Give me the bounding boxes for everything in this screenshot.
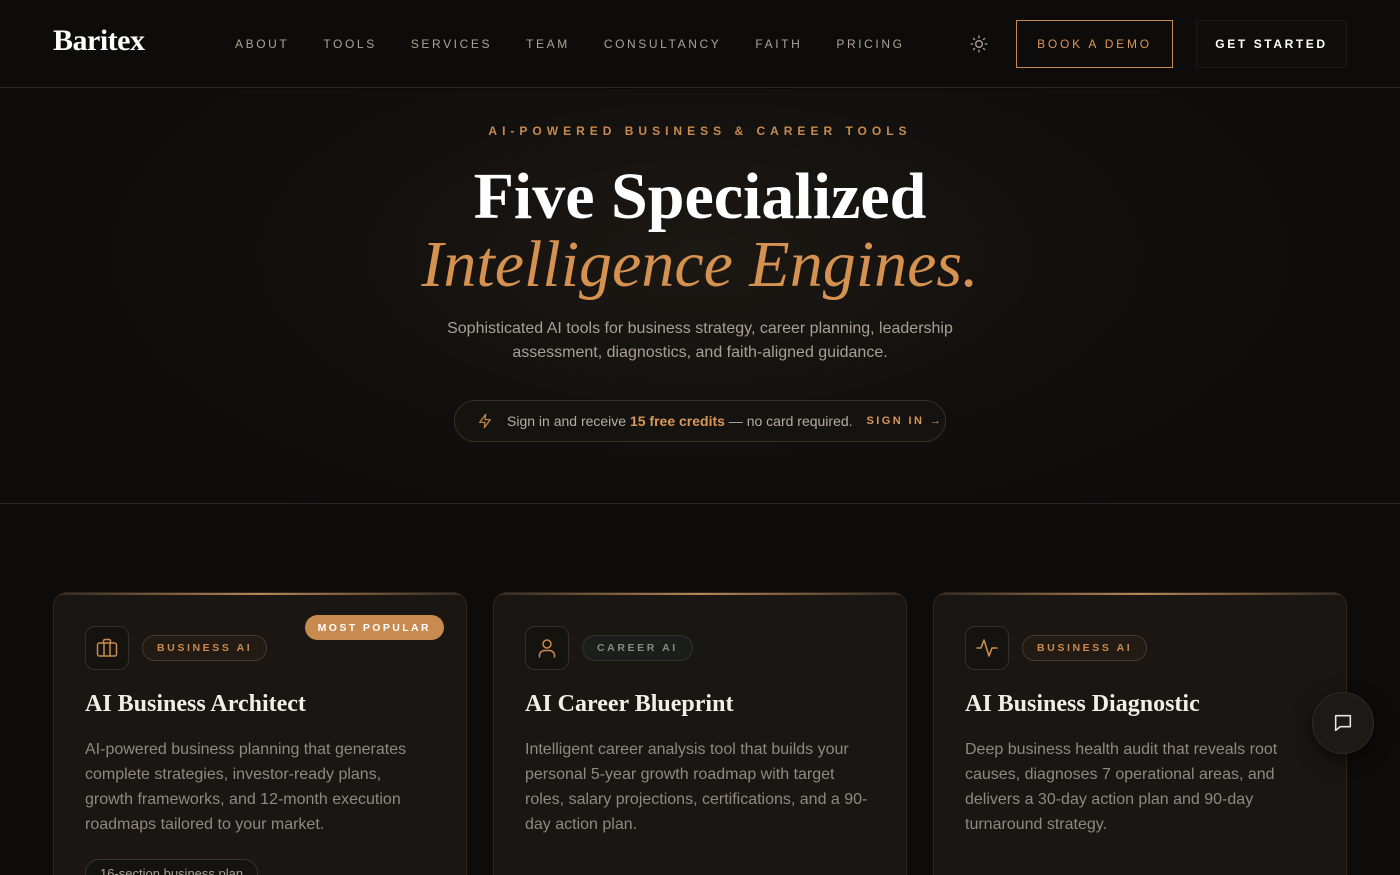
top-nav: Baritex ABOUT TOOLS SERVICES TEAM CONSUL… (0, 0, 1400, 88)
card-title: AI Career Blueprint (525, 691, 734, 717)
nav-link-pricing[interactable]: PRICING (836, 37, 904, 51)
nav-link-team[interactable]: TEAM (526, 37, 570, 51)
tool-card-business-architect[interactable]: BUSINESS AI MOST POPULAR AI Business Arc… (53, 592, 467, 875)
hero-eyebrow: AI-POWERED BUSINESS & CAREER TOOLS (488, 124, 912, 138)
credits-highlight: 15 free credits (629, 413, 725, 429)
nav-link-tools[interactable]: TOOLS (323, 37, 376, 51)
category-tag: BUSINESS AI (1022, 635, 1148, 661)
nav-link-faith[interactable]: FAITH (755, 37, 802, 51)
most-popular-badge: MOST POPULAR (304, 615, 444, 640)
tool-card-career-blueprint[interactable]: CAREER AI AI Career Blueprint Intelligen… (493, 592, 907, 875)
person-icon (525, 626, 569, 670)
nav-link-services[interactable]: SERVICES (411, 37, 492, 51)
lightning-icon (477, 413, 493, 429)
brand-logo[interactable]: Baritex (53, 24, 145, 58)
card-title: AI Business Architect (85, 691, 306, 717)
card-description: Deep business health audit that reveals … (965, 741, 1278, 833)
hero-section: AI-POWERED BUSINESS & CAREER TOOLS Five … (0, 89, 1400, 504)
category-tag: BUSINESS AI (142, 635, 268, 661)
nav-link-about[interactable]: ABOUT (235, 37, 289, 51)
credits-text: Sign in and receive 15 free credits — no… (507, 413, 853, 429)
book-demo-button[interactable]: BOOK A DEMO (1016, 20, 1173, 68)
hero-subtitle: Sophisticated AI tools for business stra… (447, 320, 953, 361)
free-credits-banner: Sign in and receive 15 free credits — no… (454, 400, 946, 442)
chat-button[interactable] (1312, 692, 1374, 754)
category-tag: CAREER AI (582, 635, 693, 661)
nav-link-consultancy[interactable]: CONSULTANCY (604, 37, 722, 51)
sign-in-link[interactable]: SIGN IN → (867, 415, 944, 427)
tool-card-business-diagnostic[interactable]: BUSINESS AI AI Business Diagnostic Deep … (933, 592, 1347, 875)
hero-title-line2: Intelligence Engines. (421, 228, 979, 301)
nav-links: ABOUT TOOLS SERVICES TEAM CONSULTANCY FA… (235, 37, 939, 51)
feature-pill: 16-section business plan (85, 859, 259, 875)
get-started-button[interactable]: GET STARTED (1196, 20, 1347, 68)
card-description: AI-powered business planning that genera… (85, 741, 407, 833)
hero-title-line1: Five Specialized (473, 160, 927, 233)
sun-icon (970, 35, 988, 53)
briefcase-icon (85, 626, 129, 670)
card-description: Intelligent career analysis tool that bu… (525, 741, 868, 833)
card-title: AI Business Diagnostic (965, 691, 1200, 717)
chat-bubble-icon (1334, 714, 1352, 732)
pulse-icon (965, 626, 1009, 670)
theme-toggle-button[interactable] (968, 33, 990, 55)
